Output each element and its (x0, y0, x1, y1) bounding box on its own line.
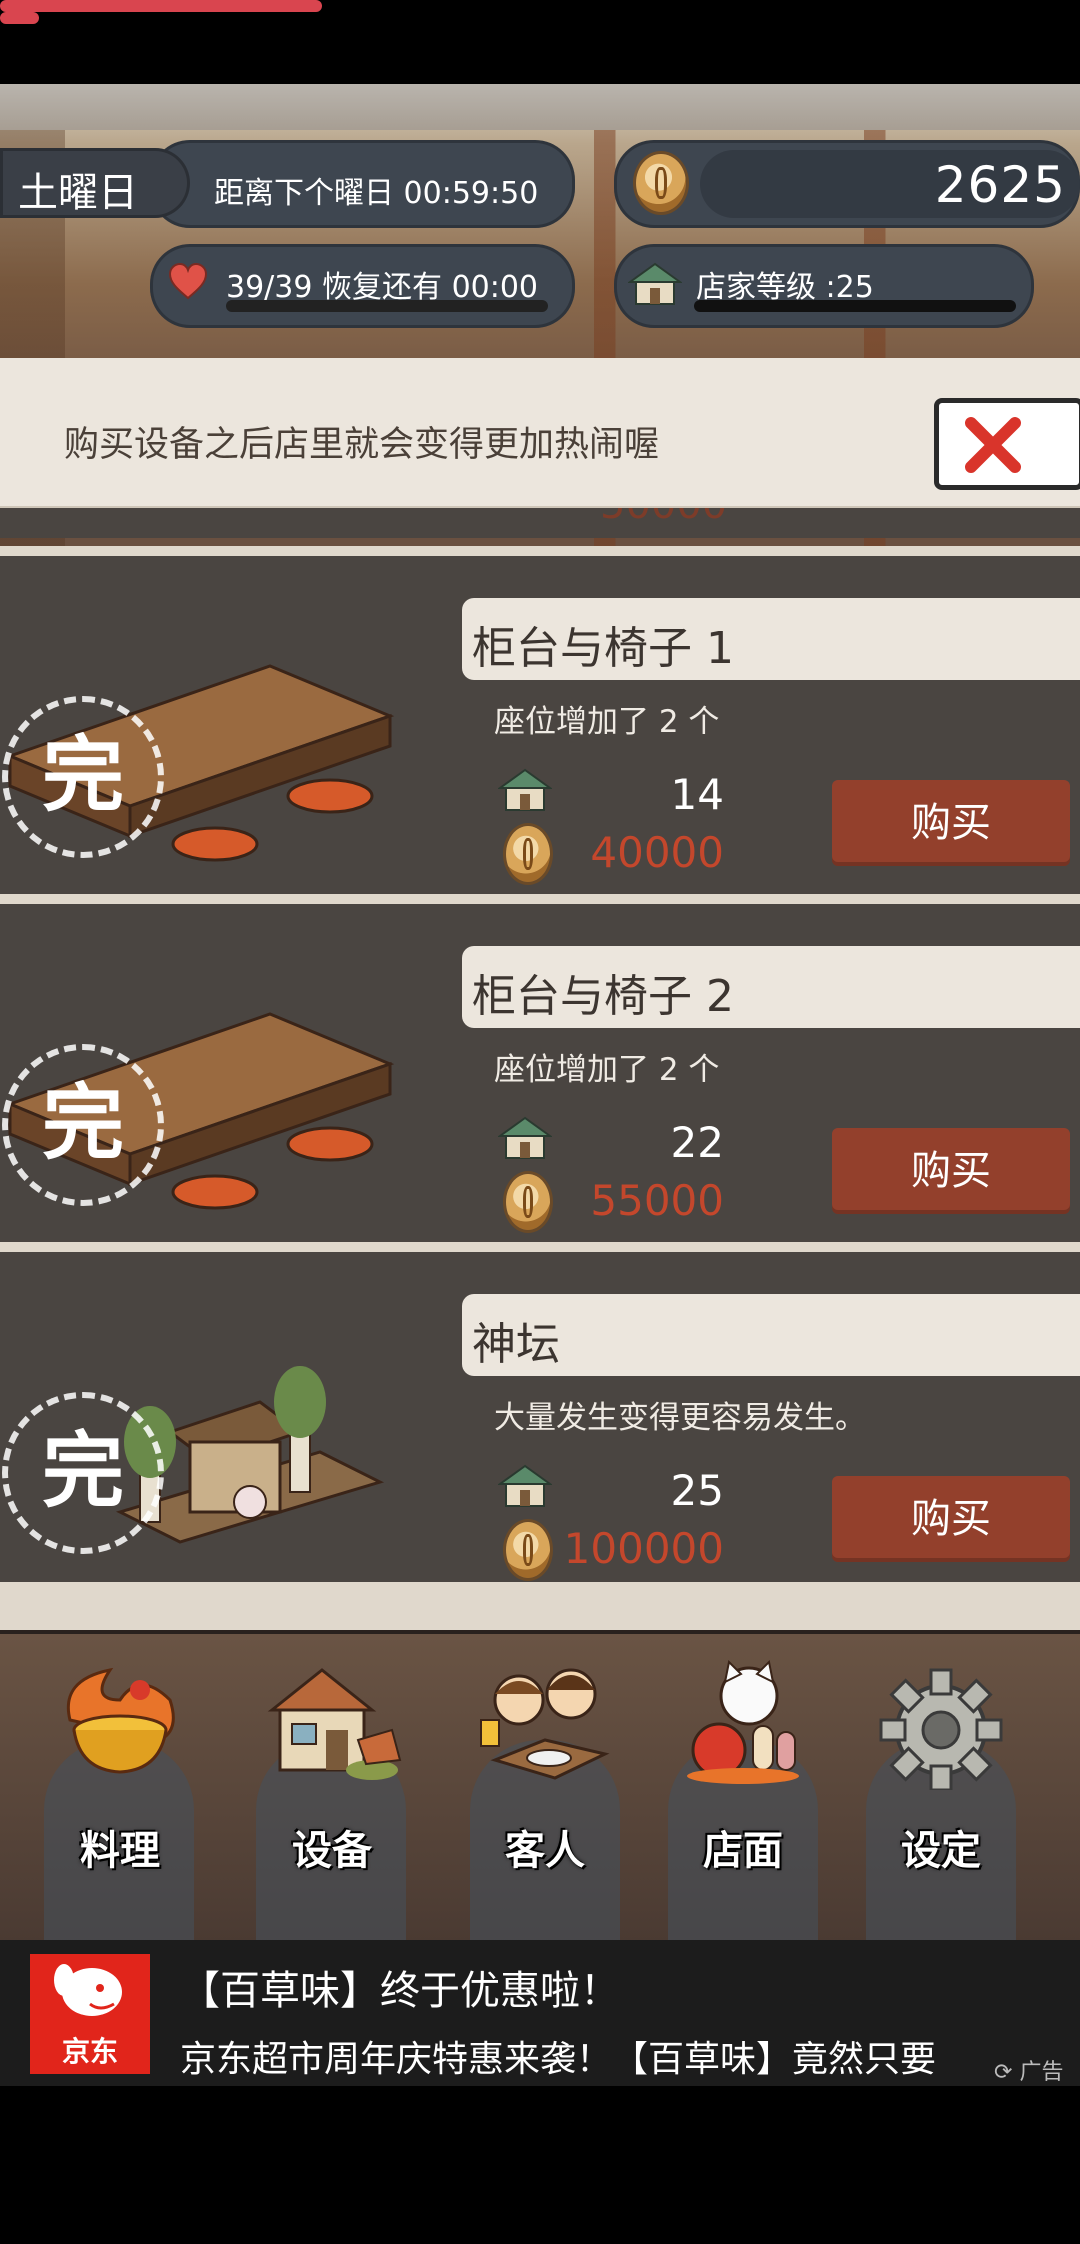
nav-label: 料理 (80, 1828, 160, 1874)
buy-button[interactable]: 购买 (832, 780, 1070, 866)
item-card: 完 柜台与椅子 2 座位增加了 2 个 22 55000 购买 (0, 894, 1080, 1244)
shop-level-icon (498, 768, 552, 811)
item-description: 座位增加了 2 个 (494, 704, 720, 740)
item-description: 大量发生变得更容易发生。 (494, 1400, 866, 1436)
partial-item-card (0, 506, 1080, 538)
ad-body[interactable]: 京东超市周年庆特惠来袭！【百草味】竟然只要 (180, 2030, 936, 2082)
day-label: 土曜日 (18, 170, 138, 216)
item-description: 座位增加了 2 个 (494, 1052, 720, 1088)
ad-title[interactable]: 【百草味】终于优惠啦！ (180, 1958, 620, 2016)
item-title: 柜台与椅子 1 (472, 623, 734, 674)
money-value: 2625 (934, 156, 1066, 214)
jd-dog-logo-icon (54, 1964, 122, 2016)
cooking-pot-icon (66, 1667, 175, 1774)
item-required-level: 22 (670, 1118, 724, 1167)
close-button[interactable] (934, 398, 1080, 490)
nav-label: 设定 (901, 1828, 981, 1874)
shop-level-icon (498, 1464, 552, 1507)
item-card: 完 柜台与椅子 1 座位增加了 2 个 14 40000 购买 (0, 546, 1080, 896)
buy-button[interactable]: 购买 (832, 1128, 1070, 1214)
timer-text: 距离下个曜日 00:59:50 (214, 168, 538, 212)
nav-cooking[interactable]: 料理 (20, 1660, 220, 1880)
buy-button[interactable]: 购买 (832, 1476, 1070, 1562)
game-screen: 土曜日 距离下个曜日 00:59:50 2625 39/39 恢复还有 00:0… (0, 0, 1080, 2244)
item-required-level: 25 (670, 1466, 724, 1515)
shop-level-bar-track (694, 300, 1016, 312)
hp-bar-fill (0, 0, 322, 12)
ad-brand: 京东 (61, 2035, 118, 2068)
nav-storefront[interactable]: 店面 (643, 1660, 843, 1880)
timer-value: 00:59:50 (403, 176, 539, 211)
shop-level-icon (498, 1116, 552, 1159)
lucky-cat-icon (687, 1660, 799, 1784)
heart-icon (168, 262, 208, 300)
shop-level-bar-fill (0, 12, 39, 24)
item-price: 100000 (563, 1524, 724, 1573)
item-required-level: 14 (670, 770, 724, 819)
nav-label: 店面 (703, 1828, 783, 1874)
complete-stamp: 完 (2, 696, 164, 858)
complete-stamp: 完 (2, 1392, 164, 1554)
notice-text: 购买设备之后店里就会变得更加热闹喔 (64, 425, 660, 465)
ad-tag-label: 广告 (1019, 2060, 1064, 2085)
hp-bar-track (226, 300, 548, 312)
item-card: 完 神坛 大量发生变得更容易发生。 25 100000 购买 (0, 1242, 1080, 1592)
item-title: 神坛 (472, 1319, 560, 1370)
nav-customers[interactable]: 客人 (445, 1660, 645, 1880)
close-icon (965, 417, 1021, 473)
list-bottom-strip (0, 1582, 1080, 1630)
nav-label: 客人 (505, 1828, 585, 1874)
customers-icon (480, 1668, 610, 1780)
shop-building-icon (267, 1668, 402, 1780)
shop-house-icon (628, 262, 682, 305)
item-price: 55000 (590, 1176, 724, 1225)
nav-settings[interactable]: 设定 (841, 1660, 1041, 1880)
complete-stamp: 完 (2, 1044, 164, 1206)
gear-icon (879, 1668, 1003, 1790)
ad-tag: ⟳ 广告 (994, 2054, 1063, 2086)
coin-icon (636, 154, 686, 212)
ad-logo[interactable]: 京东 (30, 1954, 150, 2074)
top-shade (0, 84, 1080, 130)
item-title: 柜台与椅子 2 (472, 971, 734, 1022)
ad-refresh-icon: ⟳ (994, 2060, 1013, 2085)
timer-label: 距离下个曜日 (214, 176, 394, 211)
nav-equipment[interactable]: 设备 (232, 1660, 432, 1880)
nav-label: 设备 (292, 1828, 372, 1874)
item-price: 40000 (590, 828, 724, 877)
